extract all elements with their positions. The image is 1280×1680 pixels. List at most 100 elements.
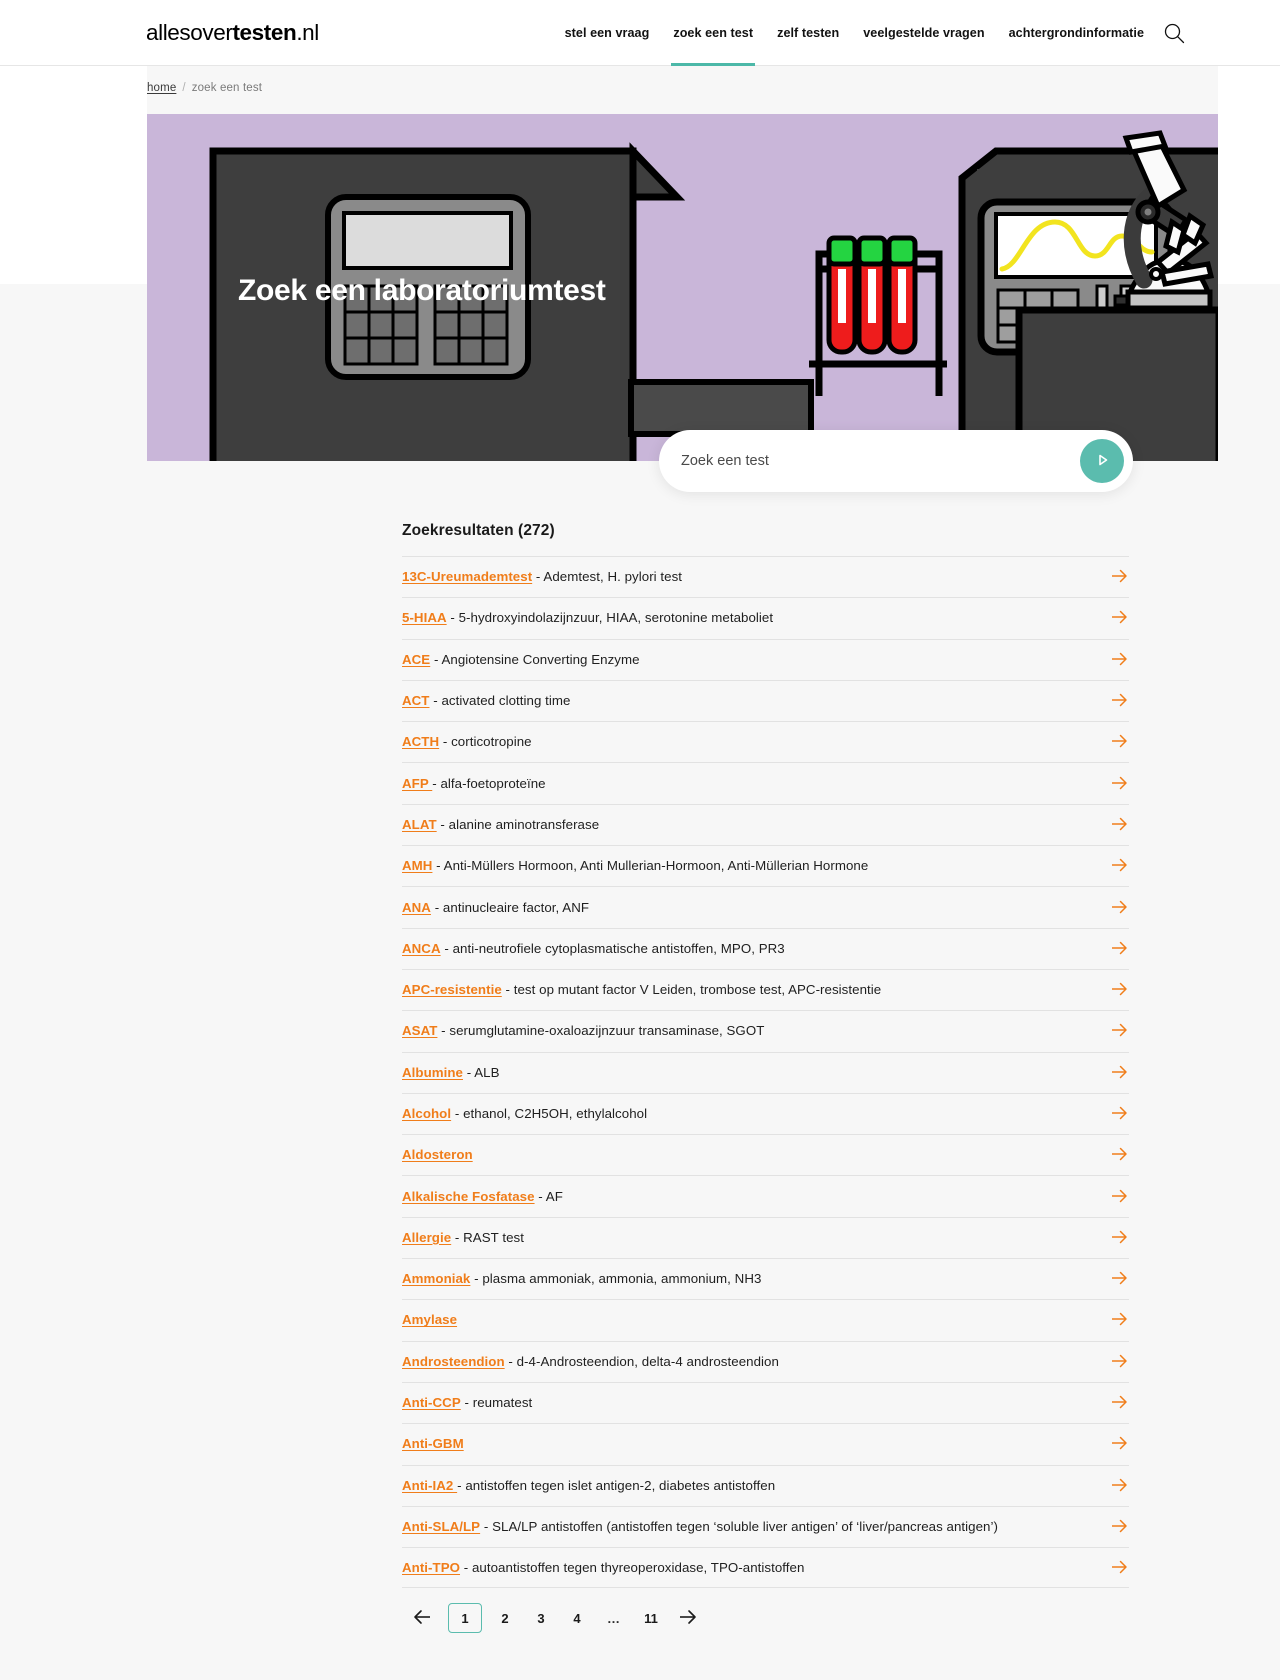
- result-term-link[interactable]: Albumine: [402, 1065, 463, 1080]
- result-text: Anti-IA2 - antistoffen tegen islet antig…: [402, 1477, 775, 1495]
- result-term-link[interactable]: ALAT: [402, 817, 437, 832]
- nav-item-zelf-testen[interactable]: zelf testen: [765, 0, 851, 66]
- result-term-link[interactable]: ASAT: [402, 1023, 437, 1038]
- nav-item-veelgestelde-vragen[interactable]: veelgestelde vragen: [851, 0, 996, 66]
- result-term-link[interactable]: AMH: [402, 858, 432, 873]
- result-row[interactable]: Anti-TPO - autoantistoffen tegen thyreop…: [402, 1547, 1129, 1589]
- result-row[interactable]: Albumine - ALB: [402, 1051, 1129, 1093]
- site-logo[interactable]: allesovertesten.nl: [146, 18, 319, 48]
- result-text: Alkalische Fosfatase - AF: [402, 1188, 563, 1206]
- results-list: 13C-Ureumademtest - Ademtest, H. pylori …: [402, 556, 1129, 1589]
- result-description: - alfa-foetoproteïne: [432, 775, 546, 791]
- result-term-link[interactable]: Aldosteron: [402, 1147, 473, 1162]
- result-row[interactable]: 13C-Ureumademtest - Ademtest, H. pylori …: [402, 556, 1129, 597]
- result-description: - d-4-Androsteendion, delta-4 androsteen…: [504, 1353, 779, 1369]
- hero-right-mask: [1218, 66, 1280, 284]
- result-row[interactable]: ALAT - alanine aminotransferase: [402, 803, 1129, 845]
- arrow-right-icon: [1111, 651, 1129, 669]
- pagination-page-11[interactable]: 11: [634, 1602, 668, 1634]
- result-row[interactable]: Allergie - RAST test: [402, 1216, 1129, 1258]
- pagination-page-4[interactable]: 4: [560, 1602, 594, 1634]
- result-row[interactable]: ANA - antinucleaire factor, ANF: [402, 886, 1129, 927]
- result-description: - test op mutant factor V Leiden, trombo…: [501, 982, 882, 998]
- result-row[interactable]: Aldosteron: [402, 1134, 1129, 1175]
- result-term-link[interactable]: APC-resistentie: [402, 982, 502, 997]
- result-term-link[interactable]: ACT: [402, 693, 429, 708]
- pagination-page-3[interactable]: 3: [524, 1602, 558, 1634]
- search-submit-button[interactable]: [1080, 439, 1124, 483]
- result-term-link[interactable]: AFP: [402, 776, 432, 791]
- breadcrumb-home[interactable]: home: [147, 82, 176, 94]
- result-term-link[interactable]: Anti-TPO: [402, 1560, 460, 1575]
- pagination-prev-button[interactable]: [404, 1602, 440, 1634]
- result-term-link[interactable]: 13C-Ureumademtest: [402, 569, 532, 584]
- result-text: Allergie - RAST test: [402, 1229, 524, 1247]
- result-row[interactable]: AFP - alfa-foetoproteïne: [402, 762, 1129, 803]
- breadcrumb-current: zoek een test: [191, 82, 263, 94]
- result-row[interactable]: Amylase: [402, 1299, 1129, 1340]
- result-row[interactable]: Ammoniak - plasma ammoniak, ammonia, amm…: [402, 1258, 1129, 1299]
- result-row[interactable]: APC-resistentie - test op mutant factor …: [402, 968, 1129, 1010]
- pagination-page-2[interactable]: 2: [488, 1602, 522, 1634]
- result-term-link[interactable]: Ammoniak: [402, 1271, 470, 1286]
- result-term-link[interactable]: ANCA: [402, 941, 441, 956]
- logo-part-testen: testen: [232, 20, 297, 45]
- page-root: allesovertesten.nl stel een vraag zoek e…: [0, 0, 1280, 1680]
- nav-item-achtergrondinformatie[interactable]: achtergrondinformatie: [997, 0, 1156, 66]
- result-term-link[interactable]: Alcohol: [402, 1106, 451, 1121]
- result-term-link[interactable]: ACE: [402, 652, 430, 667]
- logo-part-nl: .nl: [296, 20, 319, 45]
- pagination-page-1[interactable]: 1: [448, 1603, 482, 1633]
- result-term-link[interactable]: Androsteendion: [402, 1354, 505, 1369]
- result-term-link[interactable]: Anti-IA2: [402, 1478, 457, 1493]
- arrow-right-icon: [1111, 1353, 1129, 1371]
- result-row[interactable]: Alcohol - ethanol, C2H5OH, ethylalcohol: [402, 1092, 1129, 1134]
- nav-item-zoek-een-test[interactable]: zoek een test: [661, 0, 765, 66]
- result-row[interactable]: Androsteendion - d-4-Androsteendion, del…: [402, 1340, 1129, 1382]
- result-term-link[interactable]: Anti-SLA/LP: [402, 1519, 480, 1534]
- result-row[interactable]: ANCA - anti-neutrofiele cytoplasmatische…: [402, 927, 1129, 969]
- result-row[interactable]: ACE - Angiotensine Converting Enzyme: [402, 638, 1129, 680]
- arrow-right-icon: [1111, 940, 1129, 958]
- result-term-link[interactable]: ACTH: [402, 734, 439, 749]
- result-row[interactable]: ACT - activated clotting time: [402, 679, 1129, 721]
- search-icon[interactable]: [1163, 22, 1185, 44]
- nav-item-stel-een-vraag[interactable]: stel een vraag: [553, 0, 662, 66]
- search-input[interactable]: [681, 441, 1041, 481]
- result-row[interactable]: Anti-GBM: [402, 1423, 1129, 1464]
- result-row[interactable]: Anti-IA2 - antistoffen tegen islet antig…: [402, 1464, 1129, 1506]
- result-term-link[interactable]: 5-HIAA: [402, 610, 447, 625]
- result-text: Anti-TPO - autoantistoffen tegen thyreop…: [402, 1559, 804, 1577]
- results-heading: Zoekresultaten (272): [402, 522, 555, 539]
- result-text: ACT - activated clotting time: [402, 692, 570, 710]
- search-results-section: Zoekresultaten (272) 13C-Ureumademtest -…: [402, 522, 1129, 1589]
- result-row[interactable]: ASAT - serumglutamine-oxaloazijnzuur tra…: [402, 1010, 1129, 1051]
- result-row[interactable]: ACTH - corticotropine: [402, 721, 1129, 762]
- arrow-right-icon: [1111, 899, 1129, 917]
- result-row[interactable]: 5-HIAA - 5-hydroxyindolazijnzuur, HIAA, …: [402, 597, 1129, 638]
- search-bar[interactable]: [659, 430, 1133, 492]
- result-term-link[interactable]: Allergie: [402, 1230, 451, 1245]
- result-term-link[interactable]: Alkalische Fosfatase: [402, 1189, 535, 1204]
- result-row[interactable]: AMH - Anti-Müllers Hormoon, Anti Mulleri…: [402, 845, 1129, 886]
- result-text: Anti-CCP - reumatest: [402, 1394, 532, 1412]
- result-term-link[interactable]: Anti-CCP: [402, 1395, 461, 1410]
- arrow-right-icon: [1111, 1105, 1129, 1123]
- result-row[interactable]: Anti-SLA/LP - SLA/LP antistoffen (antist…: [402, 1505, 1129, 1547]
- pagination-next-button[interactable]: [670, 1602, 706, 1634]
- breadcrumb: home / zoek een test: [147, 82, 262, 94]
- arrow-right-icon: [1111, 1270, 1129, 1288]
- arrow-left-icon: [412, 1609, 432, 1628]
- result-term-link[interactable]: ANA: [402, 900, 431, 915]
- result-text: ASAT - serumglutamine-oxaloazijnzuur tra…: [402, 1022, 764, 1040]
- result-row[interactable]: Alkalische Fosfatase - AF: [402, 1175, 1129, 1216]
- arrow-right-icon: [1111, 1229, 1129, 1247]
- result-term-link[interactable]: Amylase: [402, 1312, 457, 1327]
- result-term-link[interactable]: Anti-GBM: [402, 1436, 464, 1451]
- arrow-right-icon: [1111, 1394, 1129, 1412]
- result-row[interactable]: Anti-CCP - reumatest: [402, 1381, 1129, 1423]
- arrow-right-icon: [678, 1609, 698, 1628]
- result-text: Aldosteron: [402, 1146, 473, 1164]
- play-arrow-icon: [1092, 450, 1112, 473]
- result-text: ACTH - corticotropine: [402, 733, 532, 751]
